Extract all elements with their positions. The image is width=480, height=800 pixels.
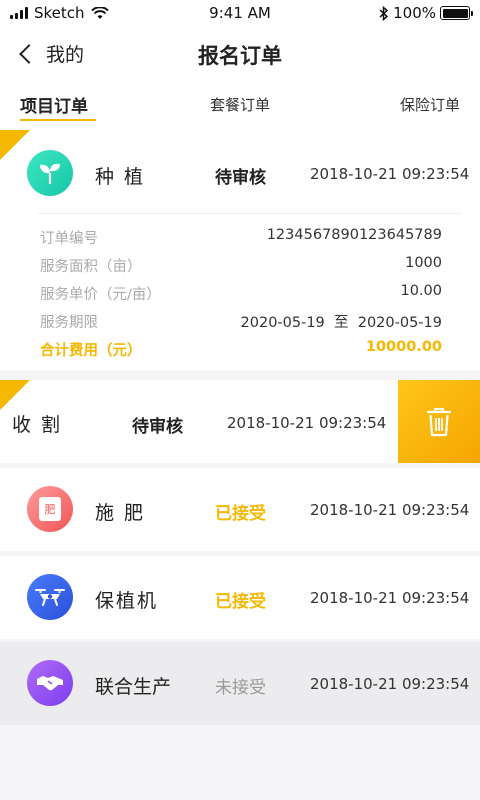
corner-marker	[0, 130, 30, 160]
order-title: 收 割	[12, 414, 63, 436]
order-title: 联合生产	[95, 676, 172, 698]
fertilizer-icon: 肥	[27, 486, 73, 532]
battery-icon	[440, 6, 473, 20]
detail-value-order-no: 1234567890123645789	[266, 227, 442, 243]
order-time: 2018-10-21 09:23:54	[227, 414, 387, 432]
delete-button[interactable]	[398, 380, 480, 463]
order-card-planting[interactable]: 种 植 待审核 2018-10-21 09:23:54 订单编号 1234567…	[0, 130, 480, 370]
active-tab-indicator	[20, 119, 96, 121]
tab-package-orders[interactable]: 套餐订单	[210, 94, 270, 115]
detail-label-area: 服务面积（亩）	[40, 259, 142, 275]
tab-insurance-orders[interactable]: 保险订单	[400, 94, 460, 115]
detail-label-unit-price: 服务单价（元/亩）	[40, 287, 161, 303]
tab-bar: 项目订单 套餐订单 保险订单	[0, 80, 480, 130]
status-bar: Sketch 9:41 AM 100%	[0, 0, 480, 28]
detail-label-total: 合计费用（元）	[40, 343, 142, 359]
detail-value-period: 2020-05-19 至 2020-05-19	[240, 315, 442, 331]
detail-value-total: 10000.00	[365, 339, 442, 355]
tab-project-orders[interactable]: 项目订单	[20, 92, 88, 117]
handshake-icon	[27, 660, 73, 706]
status-badge: 未接受	[215, 678, 266, 698]
page-title: 报名订单	[198, 44, 282, 68]
order-card-plant-protection[interactable]: 保植机 已接受 2018-10-21 09:23:54	[0, 556, 480, 639]
divider	[38, 213, 462, 214]
detail-label-period: 服务期限	[40, 315, 98, 331]
order-time: 2018-10-21 09:23:54	[310, 589, 470, 607]
battery-percent: 100%	[393, 4, 436, 22]
status-bar-right: 100%	[379, 4, 473, 22]
sprout-icon	[27, 150, 73, 196]
order-card-harvest[interactable]: 收 割 待审核 2018-10-21 09:23:54	[0, 380, 398, 463]
detail-value-area: 1000	[405, 255, 442, 271]
drone-icon	[27, 574, 73, 620]
nav-bar: 我的 报名订单	[0, 28, 480, 80]
corner-marker	[0, 380, 30, 410]
order-title: 种 植	[95, 166, 146, 188]
order-time: 2018-10-21 09:23:54	[310, 675, 470, 693]
detail-value-unit-price: 10.00	[400, 283, 442, 299]
order-time: 2018-10-21 09:23:54	[310, 165, 470, 183]
status-badge: 待审核	[215, 168, 266, 188]
status-badge: 待审核	[132, 417, 183, 437]
order-time: 2018-10-21 09:23:54	[310, 501, 470, 519]
bluetooth-icon	[379, 5, 389, 21]
detail-label-order-no: 订单编号	[40, 231, 98, 247]
status-badge: 已接受	[215, 592, 266, 612]
order-card-joint-production[interactable]: 联合生产 未接受 2018-10-21 09:23:54	[0, 642, 480, 725]
order-card-fertilize[interactable]: 肥 施 肥 已接受 2018-10-21 09:23:54	[0, 468, 480, 551]
order-title: 施 肥	[95, 502, 146, 524]
order-title: 保植机	[95, 590, 159, 612]
fertilizer-bag: 肥	[39, 497, 61, 521]
status-badge: 已接受	[215, 504, 266, 524]
trash-icon	[426, 407, 452, 436]
